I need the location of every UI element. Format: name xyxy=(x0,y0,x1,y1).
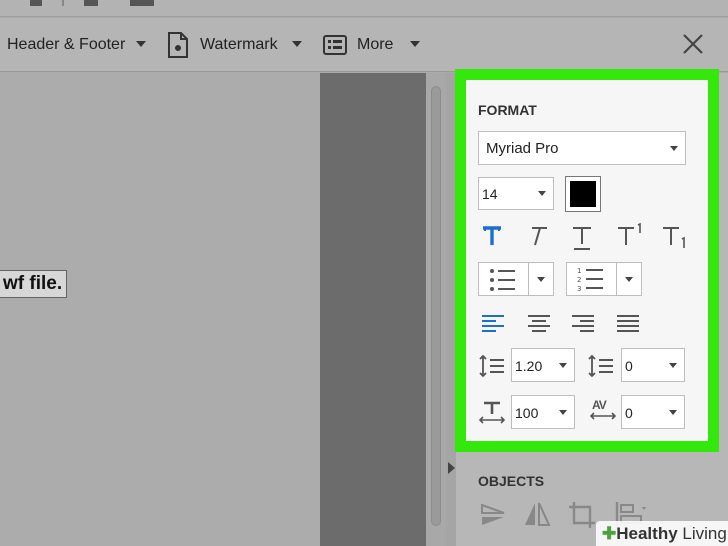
italic-text-icon[interactable] xyxy=(527,225,549,249)
objects-title: OBJECTS xyxy=(478,473,545,489)
crop-icon[interactable] xyxy=(568,501,596,529)
character-spacing-label: AV xyxy=(592,398,607,412)
font-size-value: 14 xyxy=(482,186,498,202)
align-center-icon[interactable] xyxy=(527,314,551,332)
healthy-living-watermark: ✚Healthy Living xyxy=(596,521,728,546)
horizontal-scale-icon xyxy=(478,401,506,424)
divider xyxy=(528,262,529,296)
subscript-icon[interactable] xyxy=(661,225,689,251)
chevron-down-icon[interactable] xyxy=(625,277,633,282)
vertical-scrollbar[interactable] xyxy=(431,86,441,526)
underline-text-icon[interactable] xyxy=(571,225,593,251)
header-footer-dropdown-icon[interactable] xyxy=(136,41,146,47)
chevron-down-icon[interactable] xyxy=(559,410,567,415)
top-strip xyxy=(0,0,728,17)
chevron-down-icon[interactable] xyxy=(669,363,677,368)
more-dropdown-icon[interactable] xyxy=(410,41,420,47)
more-button[interactable]: More xyxy=(323,35,393,55)
divider xyxy=(616,262,617,296)
watermark-icon xyxy=(168,32,188,58)
double-arrow-icon xyxy=(589,412,617,420)
watermark-button[interactable]: Watermark xyxy=(167,32,278,58)
close-icon[interactable] xyxy=(682,33,704,55)
line-spacing-icon xyxy=(479,354,504,378)
collapse-panel-icon[interactable] xyxy=(448,462,455,474)
flip-horizontal-icon[interactable] xyxy=(523,501,551,527)
tool-icon[interactable] xyxy=(30,0,42,6)
more-icon xyxy=(323,35,347,55)
bullet-list-icon xyxy=(490,269,515,291)
header-footer-label: Header & Footer xyxy=(7,36,126,53)
separator xyxy=(62,0,64,6)
edit-toolbar: Header & Footer Watermark More xyxy=(0,18,728,72)
horizontal-scale-value: 100 xyxy=(515,405,539,421)
document-canvas[interactable]: wf file. xyxy=(0,73,320,546)
justify-icon[interactable] xyxy=(616,314,640,332)
font-family-value: Myriad Pro xyxy=(486,140,559,157)
document-text-box[interactable]: wf file. xyxy=(0,270,68,298)
line-spacing-value: 1.20 xyxy=(515,358,543,374)
format-title: FORMAT xyxy=(478,102,537,118)
text-color-swatch[interactable] xyxy=(565,176,601,212)
color-fill xyxy=(570,181,596,207)
watermark-label: Watermark xyxy=(200,36,278,53)
svg-text:3: 3 xyxy=(577,285,581,292)
font-family-select[interactable]: Myriad Pro xyxy=(478,131,686,165)
numbered-list-icon: 1 2 3 xyxy=(577,267,603,292)
character-spacing-icon: AV xyxy=(589,398,617,424)
chevron-down-icon[interactable] xyxy=(670,146,678,151)
align-right-icon[interactable] xyxy=(571,314,595,332)
tool-icon[interactable] xyxy=(130,0,154,6)
page-gutter xyxy=(320,73,426,546)
paragraph-spacing-icon xyxy=(588,354,613,378)
watermark-dropdown-icon[interactable] xyxy=(292,41,302,47)
character-spacing-value: 0 xyxy=(625,405,633,421)
watermark-healthy: Healthy xyxy=(616,524,678,543)
chevron-down-icon[interactable] xyxy=(559,363,567,368)
chevron-down-icon[interactable] xyxy=(538,191,546,196)
superscript-icon[interactable] xyxy=(616,223,644,249)
watermark-living: Living xyxy=(682,524,727,543)
more-label: More xyxy=(357,36,394,53)
chevron-down-icon[interactable] xyxy=(669,410,677,415)
svg-text:2: 2 xyxy=(577,276,581,284)
svg-text:1: 1 xyxy=(577,267,581,275)
header-footer-button[interactable]: Header & Footer xyxy=(7,36,125,54)
align-left-icon[interactable] xyxy=(481,314,505,332)
flip-vertical-icon[interactable] xyxy=(480,501,506,527)
chevron-down-icon[interactable] xyxy=(537,277,545,282)
paragraph-spacing-value: 0 xyxy=(625,358,633,374)
plus-icon: ✚ xyxy=(602,524,617,543)
bold-text-icon[interactable] xyxy=(481,225,503,249)
tool-icon[interactable] xyxy=(84,0,98,6)
